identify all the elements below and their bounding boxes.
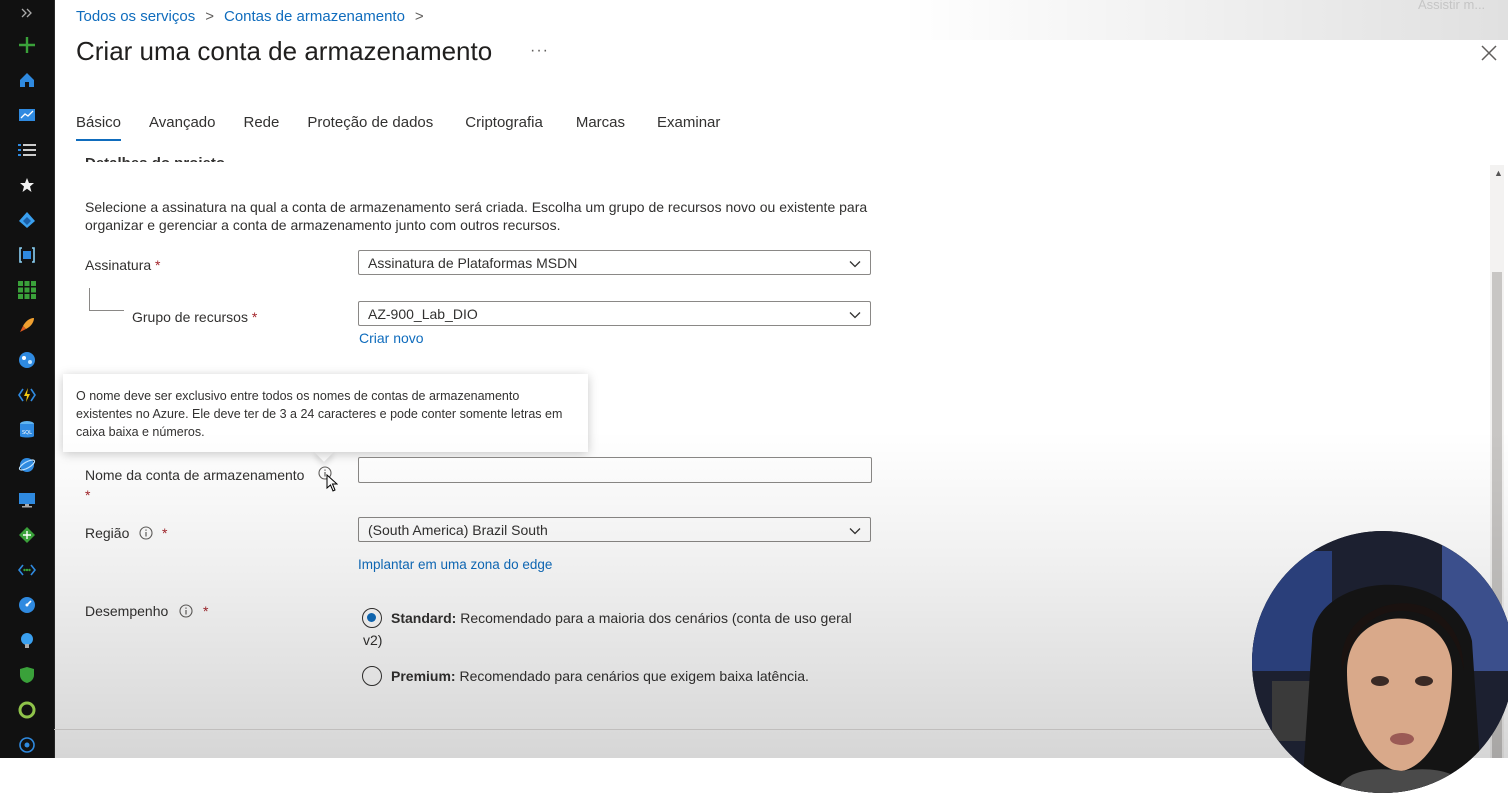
region-label: Região [85, 525, 129, 541]
watch-later-label[interactable]: Assistir m... [1418, 0, 1485, 12]
svg-text:SQL: SQL [22, 430, 32, 436]
breadcrumb-storage-accounts[interactable]: Contas de armazenamento [224, 8, 405, 25]
favorites-icon[interactable] [17, 175, 37, 195]
dashboard-icon[interactable] [17, 105, 37, 125]
subscription-select[interactable]: Assinatura de Plataformas MSDN [358, 250, 871, 275]
help-icon[interactable] [17, 735, 37, 755]
performance-label-text: Desempenho [85, 603, 169, 619]
region-label-text: Região [85, 525, 130, 541]
tab-advanced[interactable]: Avançado [149, 114, 215, 141]
standard-label: Standard: [391, 610, 457, 626]
mouse-cursor-icon [326, 473, 339, 497]
chevron-down-icon [849, 528, 861, 535]
tab-basics[interactable]: Básico [76, 114, 122, 141]
quickstart-icon[interactable] [17, 315, 37, 335]
subscription-value: Assinatura de Plataformas MSDN [368, 254, 578, 271]
all-services-icon[interactable] [17, 140, 37, 160]
tree-connector [89, 310, 124, 311]
subscription-label: Assinatura * [85, 257, 161, 273]
video-top-shade [900, 0, 1508, 40]
deploy-edge-zone-link[interactable]: Implantar em uma zona do edge [358, 557, 552, 572]
expand-icon[interactable] [17, 3, 37, 23]
region-select[interactable]: (South America) Brazil South [358, 517, 871, 542]
required-marker: * [203, 603, 209, 619]
intro-text: Selecione a assinatura na qual a conta d… [85, 199, 868, 233]
all-resources-icon[interactable] [17, 280, 37, 300]
breadcrumb-all-services[interactable]: Todos os serviços [76, 8, 195, 25]
required-marker: * [155, 257, 161, 273]
function-apps-icon[interactable] [17, 385, 37, 405]
tree-connector [89, 288, 90, 310]
security-center-icon[interactable] [17, 665, 37, 685]
virtual-networks-icon[interactable] [17, 560, 37, 580]
breadcrumb-separator: > [414, 8, 424, 25]
premium-description: Recomendado para cenários que exigem bai… [455, 668, 809, 684]
performance-label: Desempenho [85, 603, 168, 619]
tab-data-protection[interactable]: Proteção de dados [307, 114, 433, 141]
info-icon[interactable] [139, 526, 153, 540]
close-icon [1481, 45, 1497, 61]
required-marker: * [162, 525, 168, 541]
webcam-overlay [1252, 531, 1508, 793]
azure-ad-icon[interactable] [17, 210, 37, 230]
close-button[interactable] [1478, 42, 1500, 64]
cost-management-icon[interactable] [17, 700, 37, 720]
storage-name-tooltip: O nome deve ser exclusivo entre todos os… [63, 374, 588, 452]
resource-group-select[interactable]: AZ-900_Lab_DIO [358, 301, 871, 326]
sql-databases-icon[interactable]: SQL [17, 420, 37, 440]
resource-group-value: AZ-900_Lab_DIO [368, 305, 478, 322]
tab-review[interactable]: Examinar [657, 114, 720, 141]
virtual-machines-icon[interactable] [17, 490, 37, 510]
create-new-resource-group-link[interactable]: Criar novo [359, 330, 424, 346]
performance-premium-radio[interactable] [362, 666, 382, 686]
resource-groups-icon[interactable] [17, 245, 37, 265]
load-balancers-icon[interactable] [17, 525, 37, 545]
required-marker: * [251, 309, 258, 325]
section-title-project-details: Detalhes do projeto [85, 150, 225, 162]
chevron-down-icon [849, 312, 861, 319]
tab-encryption[interactable]: Criptografia [465, 114, 543, 141]
presenter-video-image [1252, 531, 1508, 793]
resource-group-label-text: Grupo de recursos [132, 309, 248, 325]
monitor-icon[interactable] [17, 595, 37, 615]
page-title: Criar uma conta de armazenamento [76, 36, 493, 66]
premium-label: Premium: [391, 668, 456, 684]
region-value: (South America) Brazil South [368, 521, 548, 538]
performance-standard-text: Standard: Recomendado para a maioria dos… [363, 607, 863, 651]
scroll-up-icon[interactable]: ▲ [1494, 168, 1503, 178]
info-icon[interactable] [179, 604, 193, 618]
storage-name-label-text: Nome da conta de armazenamento [85, 467, 305, 483]
storage-name-label: Nome da conta de armazenamento * [85, 465, 325, 505]
left-nav: SQL [0, 0, 55, 758]
more-options-button[interactable]: ··· [530, 42, 549, 60]
cosmos-db-icon[interactable] [17, 455, 37, 475]
breadcrumb-separator: > [205, 8, 214, 25]
storage-name-input[interactable] [358, 457, 872, 483]
advisor-icon[interactable] [17, 630, 37, 650]
subscription-label-text: Assinatura [85, 257, 152, 273]
tab-tags[interactable]: Marcas [576, 114, 625, 141]
create-resource-icon[interactable] [17, 35, 37, 55]
resource-group-label: Grupo de recursos * [132, 309, 257, 325]
home-icon[interactable] [17, 70, 37, 90]
performance-premium-text: Premium: Recomendado para cenários que e… [391, 665, 871, 687]
chevron-down-icon [849, 261, 861, 268]
breadcrumb: Todos os serviços > Contas de armazename… [76, 8, 424, 25]
tab-networking[interactable]: Rede [243, 114, 279, 141]
tab-bar: Básico Avançado Rede Proteção de dados C… [76, 114, 748, 141]
app-services-icon[interactable] [17, 350, 37, 370]
required-marker: * [85, 487, 91, 503]
